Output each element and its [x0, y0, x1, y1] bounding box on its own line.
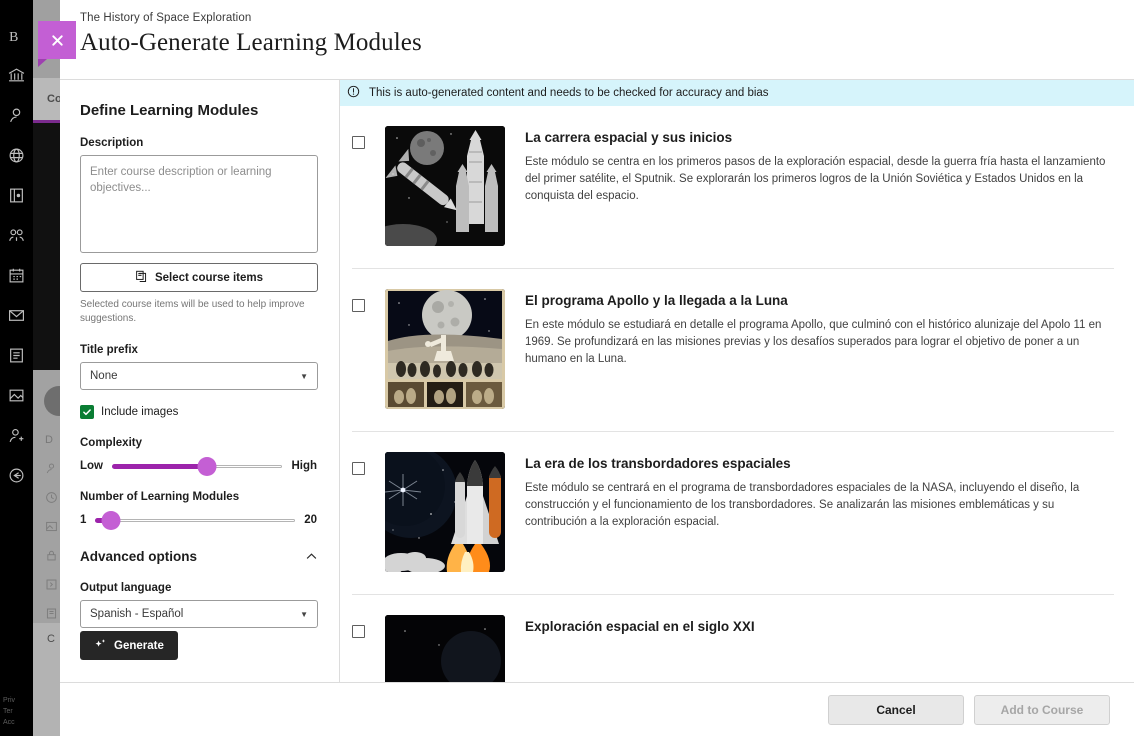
module-text: La carrera espacial y sus inicios Este m… [525, 126, 1114, 246]
groups-icon [7, 226, 26, 245]
modal-body: Define Learning Modules Description Sele… [60, 80, 1134, 682]
output-language-value: Spanish - Español [90, 608, 184, 620]
chevron-down-icon: ▼ [300, 371, 308, 381]
description-input[interactable] [80, 155, 318, 253]
admin-icon [7, 426, 26, 445]
module-count-label: Number of Learning Modules [80, 491, 240, 503]
list-item[interactable]: La era de los transbordadores espaciales… [352, 432, 1114, 595]
documents-icon [135, 270, 148, 286]
info-icon [347, 85, 360, 101]
panel-heading: Define Learning Modules [80, 102, 259, 119]
chevron-up-icon [305, 550, 318, 563]
module-thumbnail [385, 289, 505, 409]
globe-icon [7, 146, 26, 165]
module-text: El programa Apollo y la llegada a la Lun… [525, 289, 1114, 409]
checkbox-checked-icon [80, 405, 94, 419]
module-thumbnail [385, 452, 505, 572]
cancel-button[interactable]: Cancel [828, 694, 964, 725]
svg-text:B: B [9, 29, 18, 44]
module-checkbox[interactable] [352, 136, 365, 149]
module-count-track[interactable] [95, 510, 296, 530]
output-language-label: Output language [80, 582, 172, 594]
select-course-items-button[interactable]: Select course items [80, 263, 318, 292]
chevron-down-icon: ▼ [300, 609, 308, 619]
complexity-slider[interactable]: Low High [80, 456, 317, 476]
module-title: La era de los transbordadores espaciales [525, 456, 791, 471]
calendar-icon [7, 266, 26, 285]
module-title: Exploración espacial en el siglo XXI [525, 619, 755, 634]
breadcrumb: The History of Space Exploration [80, 12, 252, 24]
module-checkbox[interactable] [352, 462, 365, 475]
module-count-min-label: 1 [80, 514, 87, 526]
title-prefix-label: Title prefix [80, 344, 138, 356]
output-language-select[interactable]: Spanish - Español ▼ [80, 600, 318, 628]
brand-logo-icon: B [7, 26, 26, 45]
module-thumbnail [385, 615, 505, 682]
complexity-max-label: High [291, 460, 317, 472]
advanced-options-toggle[interactable]: Advanced options [80, 549, 318, 564]
complexity-thumb[interactable] [197, 456, 217, 476]
generate-button[interactable]: Generate [80, 631, 178, 660]
module-count-slider[interactable]: 1 20 [80, 510, 317, 530]
messages-icon [7, 306, 26, 325]
modal-header: The History of Space Exploration Auto-Ge… [60, 0, 1134, 80]
select-course-items-label: Select course items [154, 271, 264, 284]
module-description: Este módulo se centrará en el programa d… [525, 482, 1080, 528]
complexity-label: Complexity [80, 437, 142, 449]
module-title: El programa Apollo y la llegada a la Lun… [525, 293, 788, 308]
auto-generate-modal: The History of Space Exploration Auto-Ge… [38, 0, 1134, 736]
add-to-course-button: Add to Course [974, 694, 1110, 725]
module-text: La era de los transbordadores espaciales… [525, 452, 1114, 572]
generate-label: Generate [114, 639, 164, 652]
select-items-help-text: Selected course items will be used to he… [80, 299, 305, 324]
page-title: Auto-Generate Learning Modules [80, 29, 422, 56]
description-label: Description [80, 137, 144, 149]
grades-icon [7, 346, 26, 365]
profile-icon [7, 106, 26, 125]
track-background [95, 518, 296, 522]
module-checkbox[interactable] [352, 625, 365, 638]
module-thumbnail [385, 126, 505, 246]
advanced-options-label: Advanced options [80, 549, 198, 564]
module-list: La carrera espacial y sus inicios Este m… [340, 106, 1134, 682]
notice-text: This is auto-generated content and needs… [369, 87, 769, 99]
include-images-checkbox[interactable]: Include images [80, 405, 317, 419]
sparkle-icon [94, 638, 107, 654]
module-description: Este módulo se centra en los primeros pa… [525, 156, 1106, 202]
list-item[interactable]: El programa Apollo y la llegada a la Lun… [352, 269, 1114, 432]
define-modules-panel: Define Learning Modules Description Sele… [60, 80, 340, 682]
title-prefix-select[interactable]: None ▼ [80, 362, 318, 390]
track-fill [112, 463, 208, 469]
module-description: En este módulo se estudiará en detalle e… [525, 319, 1102, 365]
close-icon[interactable] [38, 21, 76, 67]
modal-footer: Cancel Add to Course [60, 682, 1134, 736]
background-legal-links: Priv Ter Acc [3, 697, 16, 726]
title-prefix-value: None [90, 370, 118, 382]
sign-out-icon [7, 466, 26, 485]
list-item[interactable]: Exploración espacial en el siglo XXI [352, 595, 1114, 682]
module-title: La carrera espacial y sus inicios [525, 130, 733, 145]
auto-generated-notice: This is auto-generated content and needs… [340, 80, 1134, 106]
module-count-thumb[interactable] [101, 510, 121, 530]
complexity-track[interactable] [112, 456, 283, 476]
background-nav-rail: B Priv Ter Acc [0, 0, 33, 736]
list-item[interactable]: La carrera espacial y sus inicios Este m… [352, 106, 1114, 269]
tools-icon [7, 386, 26, 405]
institution-icon [7, 66, 26, 85]
generated-results-panel: This is auto-generated content and needs… [340, 80, 1134, 682]
module-count-max-label: 20 [304, 514, 317, 526]
complexity-min-label: Low [80, 460, 103, 472]
module-text: Exploración espacial en el siglo XXI [525, 615, 1114, 682]
courses-icon [7, 186, 26, 205]
module-checkbox[interactable] [352, 299, 365, 312]
include-images-label: Include images [101, 406, 179, 418]
